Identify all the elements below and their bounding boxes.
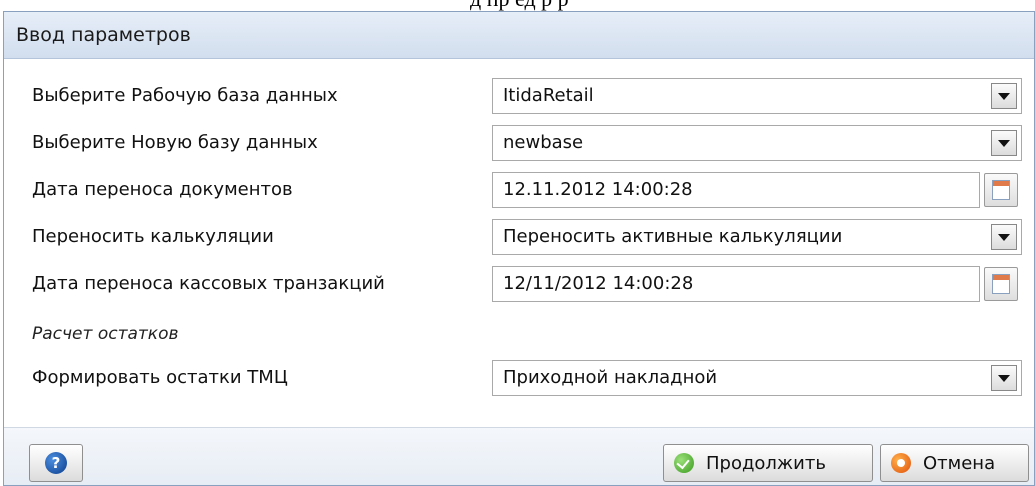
cash-transactions-date-row: Дата переноса кассовых транзакций 12/11/…	[4, 266, 1034, 302]
chevron-down-icon[interactable]	[991, 130, 1017, 156]
new-db-label: Выберите Новую базу данных	[32, 132, 318, 153]
calculations-value: Переносить активные калькуляции	[503, 226, 843, 247]
cash-transactions-date-value: 12/11/2012 14:00:28	[503, 273, 694, 294]
chevron-down-icon[interactable]	[991, 224, 1017, 250]
documents-date-value: 12.11.2012 14:00:28	[503, 179, 693, 200]
dialog-titlebar: Ввод параметров	[4, 12, 1034, 59]
working-db-label: Выберите Рабочую база данных	[32, 85, 338, 106]
new-db-select[interactable]: newbase	[492, 125, 1022, 161]
calculations-label: Переносить калькуляции	[32, 226, 274, 247]
cash-transactions-calendar-button[interactable]	[984, 267, 1018, 301]
new-db-value: newbase	[503, 132, 584, 153]
dialog-footer: ? Продолжить Отмена	[4, 427, 1034, 485]
dialog-title: Ввод параметров	[16, 24, 191, 46]
documents-date-label: Дата переноса документов	[32, 179, 293, 200]
calculations-select[interactable]: Переносить активные калькуляции	[492, 219, 1022, 255]
check-icon	[674, 453, 694, 473]
chevron-down-icon[interactable]	[991, 83, 1017, 109]
cancel-button[interactable]: Отмена	[880, 444, 1029, 482]
cash-transactions-date-input[interactable]: 12/11/2012 14:00:28	[492, 266, 980, 302]
documents-date-row: Дата переноса документов 12.11.2012 14:0…	[4, 172, 1034, 208]
remainders-row: Формировать остатки ТМЦ Приходной наклад…	[4, 360, 1034, 396]
working-db-select[interactable]: ItidaRetail	[492, 78, 1022, 114]
remainders-label: Формировать остатки ТМЦ	[32, 367, 288, 388]
calculations-row: Переносить калькуляции Переносить активн…	[4, 219, 1034, 255]
chevron-down-icon[interactable]	[991, 365, 1017, 391]
remainders-section-title: Расчет остатков	[32, 324, 179, 344]
working-db-value: ItidaRetail	[503, 85, 594, 106]
continue-label: Продолжить	[706, 452, 826, 474]
parameters-dialog: Ввод параметров Выберите Рабочую база да…	[3, 11, 1035, 486]
cancel-label: Отмена	[923, 452, 996, 474]
continue-button[interactable]: Продолжить	[663, 444, 873, 482]
cancel-icon	[891, 453, 911, 473]
remainders-select[interactable]: Приходной накладной	[492, 360, 1022, 396]
calendar-icon	[992, 274, 1010, 294]
new-db-row: Выберите Новую базу данных newbase	[4, 125, 1034, 161]
calendar-icon	[992, 180, 1010, 200]
help-icon: ?	[45, 452, 67, 474]
documents-date-calendar-button[interactable]	[984, 173, 1018, 207]
cash-transactions-date-label: Дата переноса кассовых транзакций	[32, 273, 385, 294]
remainders-value: Приходной накладной	[503, 367, 718, 388]
documents-date-input[interactable]: 12.11.2012 14:00:28	[492, 172, 980, 208]
working-db-row: Выберите Рабочую база данных ItidaRetail	[4, 78, 1034, 114]
help-button[interactable]: ?	[29, 444, 83, 482]
